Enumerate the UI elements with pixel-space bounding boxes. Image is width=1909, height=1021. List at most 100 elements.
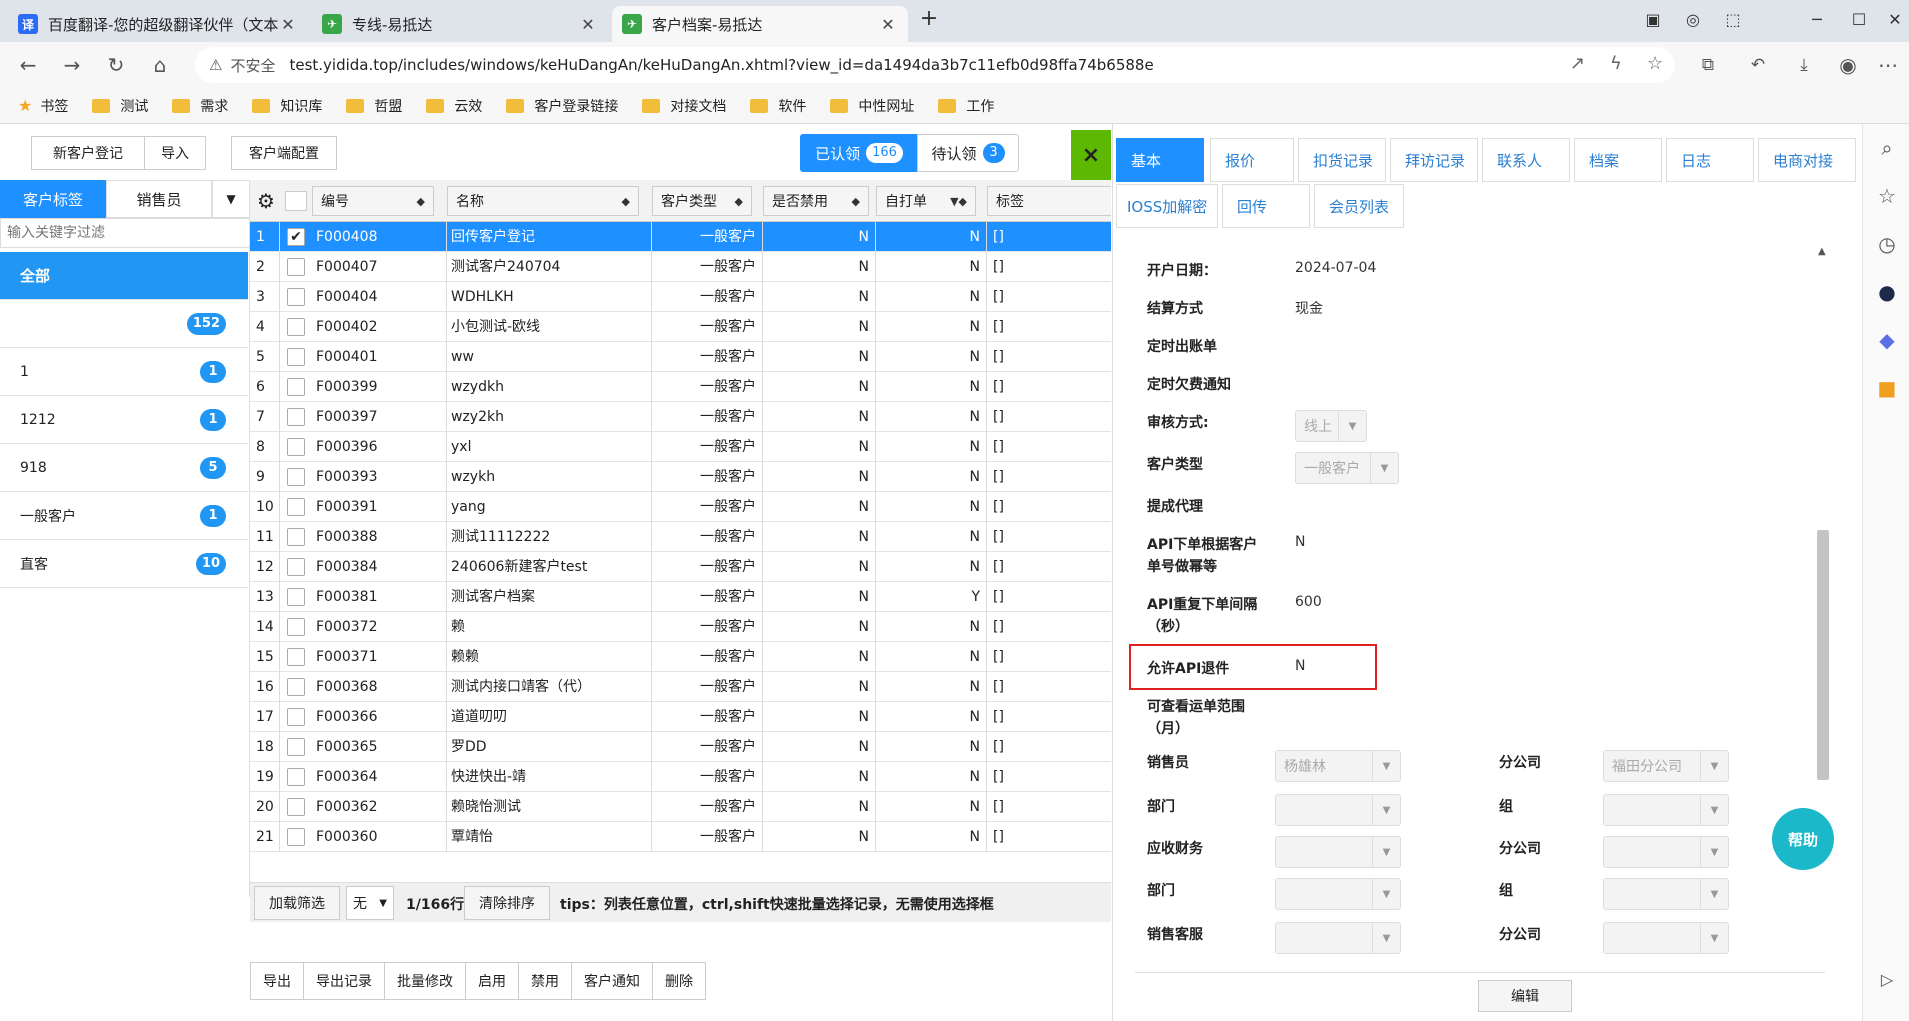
bookmark-folder[interactable]: 需求 xyxy=(172,96,228,116)
bookmark-folder[interactable]: 客户登录链接 xyxy=(506,96,618,116)
table-row[interactable]: 4 F000402 小包测试-欧线 一般客户 N N[] xyxy=(250,312,1111,342)
row-checkbox[interactable] xyxy=(287,678,305,696)
enable-button[interactable]: 启用 xyxy=(465,962,519,1000)
row-checkbox[interactable] xyxy=(287,288,305,306)
export-button[interactable]: 导出 xyxy=(250,962,304,1000)
row-checkbox[interactable] xyxy=(287,708,305,726)
bookmark-folder[interactable]: 中性网址 xyxy=(830,96,914,116)
search-icon[interactable]: ⌕ xyxy=(1875,136,1899,160)
bolt-icon[interactable]: ϟ xyxy=(1610,53,1622,74)
col-header-type[interactable]: 客户类型 ◆ xyxy=(652,186,752,216)
import-button[interactable]: 导入 xyxy=(144,136,206,170)
tab-ecommerce[interactable]: 电商对接 xyxy=(1758,138,1856,182)
extensions-icon[interactable]: ⬚ xyxy=(1720,10,1746,29)
tab-archive[interactable]: 档案 xyxy=(1574,138,1662,182)
row-checkbox[interactable] xyxy=(287,318,305,336)
row-checkbox[interactable] xyxy=(287,408,305,426)
row-checkbox[interactable] xyxy=(287,618,305,636)
department-select[interactable]: ▼ xyxy=(1275,794,1401,826)
tab-callback[interactable]: 回传 xyxy=(1222,184,1310,228)
disable-button[interactable]: 禁用 xyxy=(518,962,572,1000)
edit-button[interactable]: 编辑 xyxy=(1478,980,1572,1012)
pending-toggle[interactable]: 待认领 3 xyxy=(917,134,1019,172)
group-select-2[interactable]: ▼ xyxy=(1603,878,1729,910)
col-header-code[interactable]: 编号 ◆ xyxy=(312,186,434,216)
table-row[interactable]: 14 F000372 赖一般客户 N N[] xyxy=(250,612,1111,642)
table-row[interactable]: 6 F000399 wzydkh 一般客户 N N[] xyxy=(250,372,1111,402)
table-row[interactable]: 1 F000408 回传客户登记 一般客户 N N[] ✔ xyxy=(250,222,1111,252)
scroll-up-icon[interactable]: ▲ xyxy=(1818,246,1826,257)
table-row[interactable]: 3 F000404 WDHLKH 一般客户 N N[] xyxy=(250,282,1111,312)
tag-item[interactable]: 918 5 xyxy=(0,444,248,492)
customer-notify-button[interactable]: 客户通知 xyxy=(571,962,653,1000)
collapse-panel-button[interactable]: × xyxy=(1071,130,1111,180)
tag-item[interactable]: 1212 1 xyxy=(0,396,248,444)
tab-contacts[interactable]: 联系人 xyxy=(1482,138,1570,182)
col-header-disabled[interactable]: 是否禁用 ◆ xyxy=(763,186,869,216)
table-row[interactable]: 19 F000364 快进快出-靖 一般客户 N N[] xyxy=(250,762,1111,792)
col-header-selfprint[interactable]: 自打单 ▼◆ xyxy=(876,186,976,216)
row-checkbox[interactable] xyxy=(287,258,305,276)
group-select[interactable]: ▼ xyxy=(1603,794,1729,826)
bookmark-folder[interactable]: 知识库 xyxy=(252,96,322,116)
tab-hold-records[interactable]: 扣货记录 xyxy=(1298,138,1386,182)
row-checkbox[interactable] xyxy=(287,558,305,576)
customer-type-select[interactable]: 一般客户 ▼ xyxy=(1295,452,1399,484)
table-row[interactable]: 16 F000368 测试内接口靖客（代） 一般客户 N N[] xyxy=(250,672,1111,702)
share-icon[interactable]: ↗ xyxy=(1570,53,1585,74)
history-back-icon[interactable]: ↶ xyxy=(1744,51,1772,79)
bookmark-item[interactable]: ★ 书签 xyxy=(18,96,68,116)
table-row[interactable]: 9 F000393 wzykh 一般客户 N N[] xyxy=(250,462,1111,492)
row-checkbox[interactable] xyxy=(287,438,305,456)
table-row[interactable]: 15 F000371 赖赖 一般客户 N N[] xyxy=(250,642,1111,672)
table-row[interactable]: 11 F000388 测试11112222 一般客户 N N[] xyxy=(250,522,1111,552)
sales-cs-select[interactable]: ▼ xyxy=(1275,922,1401,954)
table-row[interactable]: 2 F000407 测试客户240704 一般客户 N N[] xyxy=(250,252,1111,282)
tab-basic[interactable]: 基本 xyxy=(1116,138,1204,182)
row-checkbox[interactable]: ✔ xyxy=(287,228,305,246)
maximize-icon[interactable]: ☐ xyxy=(1846,10,1872,29)
more-menu-icon[interactable]: ⋯ xyxy=(1874,51,1902,79)
client-config-button[interactable]: 客户端配置 xyxy=(231,136,337,170)
row-checkbox[interactable] xyxy=(287,468,305,486)
department-select-2[interactable]: ▼ xyxy=(1275,878,1401,910)
branch-select-3[interactable]: ▼ xyxy=(1603,922,1729,954)
help-button[interactable]: 帮助 xyxy=(1772,808,1834,870)
profile-avatar-icon[interactable]: ◉ xyxy=(1834,51,1862,79)
bookmark-folder[interactable]: 云效 xyxy=(426,96,482,116)
tools-icon[interactable]: ■ xyxy=(1875,376,1899,400)
table-row[interactable]: 10 F000391 yang 一般客户 N N[] xyxy=(250,492,1111,522)
table-row[interactable]: 8 F000396 yxl 一般客户 N N[] xyxy=(250,432,1111,462)
window-close-icon[interactable]: ✕ xyxy=(1882,10,1908,29)
tab-actions-icon[interactable]: ▣ xyxy=(1640,10,1666,29)
table-row[interactable]: 17 F000366 道道叨叨 一般客户 N N[] xyxy=(250,702,1111,732)
row-checkbox[interactable] xyxy=(287,528,305,546)
download-icon[interactable]: ⤓ xyxy=(1790,51,1818,79)
tag-item[interactable]: 直客 10 xyxy=(0,540,248,588)
browser-tab-zhuanxian[interactable]: ✈ 专线-易抵达 ✕ xyxy=(312,6,608,42)
games-icon[interactable]: ◆ xyxy=(1875,328,1899,352)
audit-method-select[interactable]: 线上 ▼ xyxy=(1295,410,1367,442)
new-tab-icon[interactable]: + xyxy=(916,6,942,31)
row-checkbox[interactable] xyxy=(287,798,305,816)
close-icon[interactable]: ✕ xyxy=(278,15,298,34)
bookmark-folder[interactable]: 对接文档 xyxy=(642,96,726,116)
claimed-toggle[interactable]: 已认领 166 xyxy=(800,134,918,172)
tag-item-all[interactable]: 全部 xyxy=(0,252,248,300)
forward-icon[interactable]: → xyxy=(58,51,86,79)
copilot-icon[interactable]: ● xyxy=(1875,280,1899,304)
browser-tab-kehudangan[interactable]: ✈ 客户档案-易抵达 ✕ xyxy=(612,6,908,42)
tag-item[interactable]: 152 xyxy=(0,300,248,348)
branch-select[interactable]: 福田分公司 ▼ xyxy=(1603,750,1729,782)
back-icon[interactable]: ← xyxy=(14,51,42,79)
ar-finance-select[interactable]: ▼ xyxy=(1275,836,1401,868)
branch-select-2[interactable]: ▼ xyxy=(1603,836,1729,868)
browser-tab-baidu[interactable]: 译 百度翻译-您的超级翻译伙伴（文本… ✕ xyxy=(8,6,308,42)
row-checkbox[interactable] xyxy=(287,378,305,396)
filter-select[interactable]: 无 ▼ xyxy=(346,886,394,920)
clear-sort-button[interactable]: 清除排序 xyxy=(464,886,550,920)
tag-item[interactable]: 一般客户 1 xyxy=(0,492,248,540)
performance-icon[interactable]: ◎ xyxy=(1680,10,1706,29)
sidebar-collapse-icon[interactable]: ▷ xyxy=(1875,970,1899,989)
bookmark-folder[interactable]: 工作 xyxy=(938,96,994,116)
